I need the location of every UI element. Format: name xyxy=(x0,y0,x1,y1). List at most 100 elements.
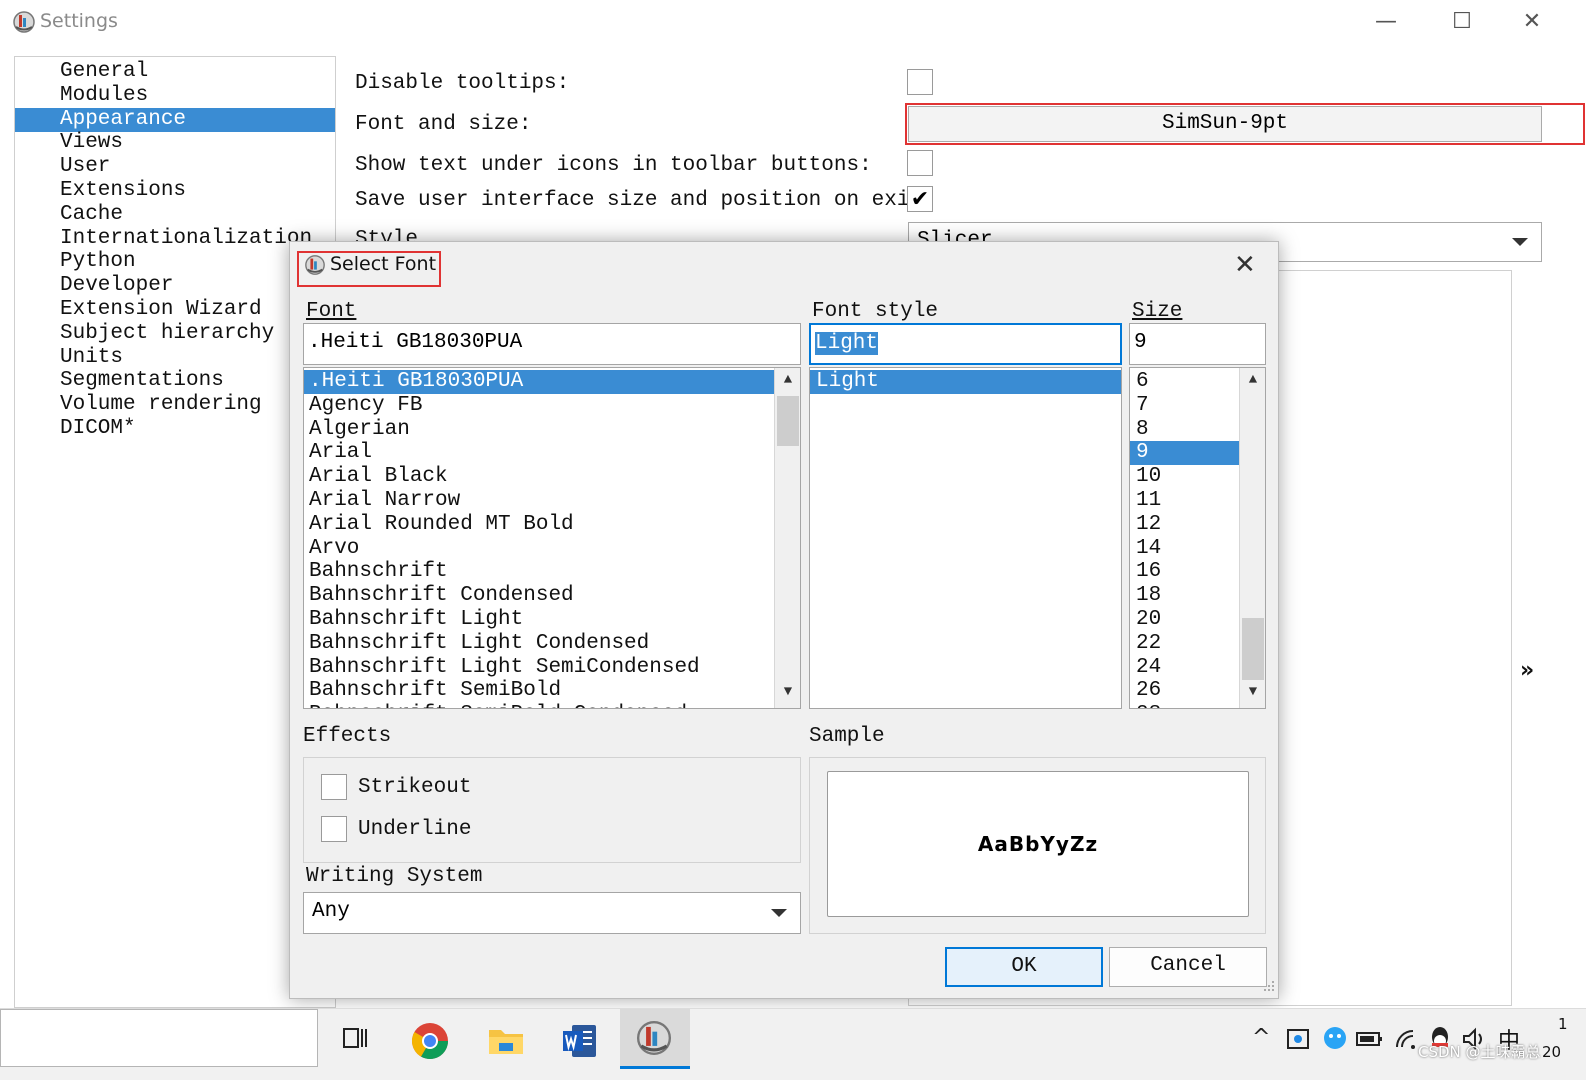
sidebar-item[interactable]: Extensions xyxy=(15,179,335,203)
size-list-item[interactable]: 24 xyxy=(1130,656,1239,680)
font-list-item[interactable]: Agency FB xyxy=(304,394,774,418)
taskbar: ^ 中 1 20 CSDN @土味霸总 xyxy=(0,1008,1586,1080)
sidebar-item[interactable]: User xyxy=(15,155,335,179)
size-list-item[interactable]: 12 xyxy=(1130,513,1239,537)
minimize-button[interactable]: — xyxy=(1366,6,1406,38)
font-list-scrollbar[interactable]: ▲ ▼ xyxy=(774,368,800,708)
font-list-item[interactable]: Arial Narrow xyxy=(304,489,774,513)
wifi-icon[interactable] xyxy=(1394,1027,1420,1051)
battery-icon[interactable] xyxy=(1356,1029,1384,1049)
size-list-item[interactable]: 7 xyxy=(1130,394,1239,418)
sidebar-item[interactable]: Extension Wizard xyxy=(15,298,335,322)
size-input[interactable]: 9 xyxy=(1129,323,1266,365)
size-list-item[interactable]: 10 xyxy=(1130,465,1239,489)
cancel-button[interactable]: Cancel xyxy=(1109,947,1267,987)
sidebar-item[interactable]: Developer xyxy=(15,274,335,298)
sidebar-item[interactable]: Python xyxy=(15,250,335,274)
tray-chevron-icon[interactable]: ^ xyxy=(1252,1025,1270,1050)
ok-button[interactable]: OK xyxy=(945,947,1103,987)
font-list-item[interactable]: Bahnschrift xyxy=(304,560,774,584)
font-list-item[interactable]: Bahnschrift SemiBold xyxy=(304,679,774,703)
scroll-down-icon[interactable]: ▼ xyxy=(775,684,800,700)
strikeout-label[interactable]: Strikeout xyxy=(358,776,471,799)
font-list-item[interactable]: Bahnschrift Light Condensed xyxy=(304,632,774,656)
font-button-highlight xyxy=(905,103,1585,145)
maximize-button[interactable]: ☐ xyxy=(1442,6,1482,38)
sidebar-item[interactable]: Modules xyxy=(15,84,335,108)
font-style-list-item[interactable]: Light xyxy=(810,370,1121,394)
sidebar-item[interactable]: DICOM* xyxy=(15,417,335,441)
sidebar-item[interactable]: Volume rendering xyxy=(15,393,335,417)
font-list-item[interactable]: Bahnschrift Condensed xyxy=(304,584,774,608)
sidebar-item-label: Extension Wizard xyxy=(60,298,262,321)
task-view-icon[interactable] xyxy=(342,1025,368,1051)
scroll-up-icon[interactable]: ▲ xyxy=(775,372,800,388)
font-listbox[interactable]: .Heiti GB18030PUA Agency FB Algerian Arial A… xyxy=(303,367,801,709)
sidebar-item-label: Volume rendering xyxy=(60,393,262,417)
word-icon[interactable] xyxy=(560,1021,600,1061)
font-list-item[interactable]: Arial xyxy=(304,441,774,465)
size-list-item[interactable]: 8 xyxy=(1130,418,1239,442)
sample-text: AaBbYyZz xyxy=(977,832,1099,856)
font-list-item[interactable]: Bahnschrift Light SemiCondensed xyxy=(304,656,774,680)
scroll-down-icon[interactable]: ▼ xyxy=(1240,684,1265,700)
size-list-item[interactable]: 18 xyxy=(1130,584,1239,608)
sidebar-item[interactable]: Cache xyxy=(15,203,335,227)
file-explorer-icon[interactable] xyxy=(486,1021,526,1061)
clock-date[interactable]: 20 xyxy=(1542,1043,1561,1061)
font-list-item[interactable]: Arial Rounded MT Bold xyxy=(304,513,774,537)
sidebar-item-label: Appearance xyxy=(60,107,187,131)
close-button[interactable]: ✕ xyxy=(1512,6,1552,38)
size-listbox[interactable]: 67891011121416182022242628 ▲ ▼ xyxy=(1129,367,1266,709)
scroll-thumb[interactable] xyxy=(1242,618,1264,680)
size-list-item[interactable]: 28 xyxy=(1130,703,1239,708)
disable-tooltips-checkbox[interactable] xyxy=(907,69,933,95)
scroll-up-icon[interactable]: ▲ xyxy=(1240,372,1265,388)
clock-time[interactable]: 1 xyxy=(1558,1015,1568,1033)
size-list-item[interactable]: 14 xyxy=(1130,537,1239,561)
size-list-item[interactable]: 16 xyxy=(1130,560,1239,584)
show-text-checkbox[interactable] xyxy=(907,150,933,176)
font-style-input[interactable]: Light xyxy=(809,323,1122,365)
underline-checkbox[interactable] xyxy=(321,816,347,842)
writing-system-combobox[interactable]: Any xyxy=(303,892,801,934)
size-list-scrollbar[interactable]: ▲ ▼ xyxy=(1239,368,1265,708)
scroll-thumb[interactable] xyxy=(777,396,799,446)
dialog-close-icon[interactable]: ✕ xyxy=(1234,250,1256,280)
underline-label[interactable]: Underline xyxy=(358,818,471,841)
sidebar-item[interactable]: Subject hierarchy xyxy=(15,322,335,346)
font-label: Font xyxy=(306,300,357,323)
font-list-item[interactable]: Algerian xyxy=(304,418,774,442)
size-label: Size xyxy=(1132,300,1183,323)
font-list-item[interactable]: Arial Black xyxy=(304,465,774,489)
expand-panel-icon[interactable]: » xyxy=(1520,658,1534,683)
sidebar-item[interactable]: General xyxy=(15,60,335,84)
sidebar-item[interactable]: Views xyxy=(15,131,335,155)
font-style-listbox[interactable]: Light xyxy=(809,367,1122,709)
font-list-item[interactable]: .Heiti GB18030PUA xyxy=(304,370,774,394)
taskbar-search-box[interactable] xyxy=(0,1009,318,1067)
size-list-item[interactable]: 6 xyxy=(1130,370,1239,394)
size-list-item[interactable]: 26 xyxy=(1130,679,1239,703)
sidebar-item[interactable]: Appearance xyxy=(15,107,335,132)
size-list-item[interactable]: 22 xyxy=(1130,632,1239,656)
sidebar-item[interactable]: Internationalization xyxy=(15,227,335,251)
font-input[interactable]: .Heiti GB18030PUA xyxy=(303,323,801,365)
chrome-icon[interactable] xyxy=(410,1021,450,1061)
tray-app-icon[interactable] xyxy=(1286,1027,1310,1051)
size-list-item[interactable]: 9 xyxy=(1130,441,1239,466)
slicer-taskbar-button[interactable] xyxy=(620,1009,690,1069)
sidebar-item[interactable]: Segmentations xyxy=(15,369,335,393)
strikeout-checkbox[interactable] xyxy=(321,774,347,800)
font-list-item[interactable]: Arvo xyxy=(304,537,774,561)
save-ui-checkbox[interactable]: ✔ xyxy=(907,186,933,212)
size-list-item[interactable]: 11 xyxy=(1130,489,1239,513)
size-list-item[interactable]: 20 xyxy=(1130,608,1239,632)
sidebar-item[interactable]: Units xyxy=(15,346,335,370)
title-bar: Settings — ☐ ✕ xyxy=(0,0,1586,44)
resize-grip-icon[interactable] xyxy=(1258,977,1276,995)
tray-chat-icon[interactable] xyxy=(1322,1025,1348,1051)
style-label: Style xyxy=(355,228,419,242)
font-list-item[interactable]: Bahnschrift SemiBold Condensed xyxy=(304,703,774,708)
font-list-item[interactable]: Bahnschrift Light xyxy=(304,608,774,632)
